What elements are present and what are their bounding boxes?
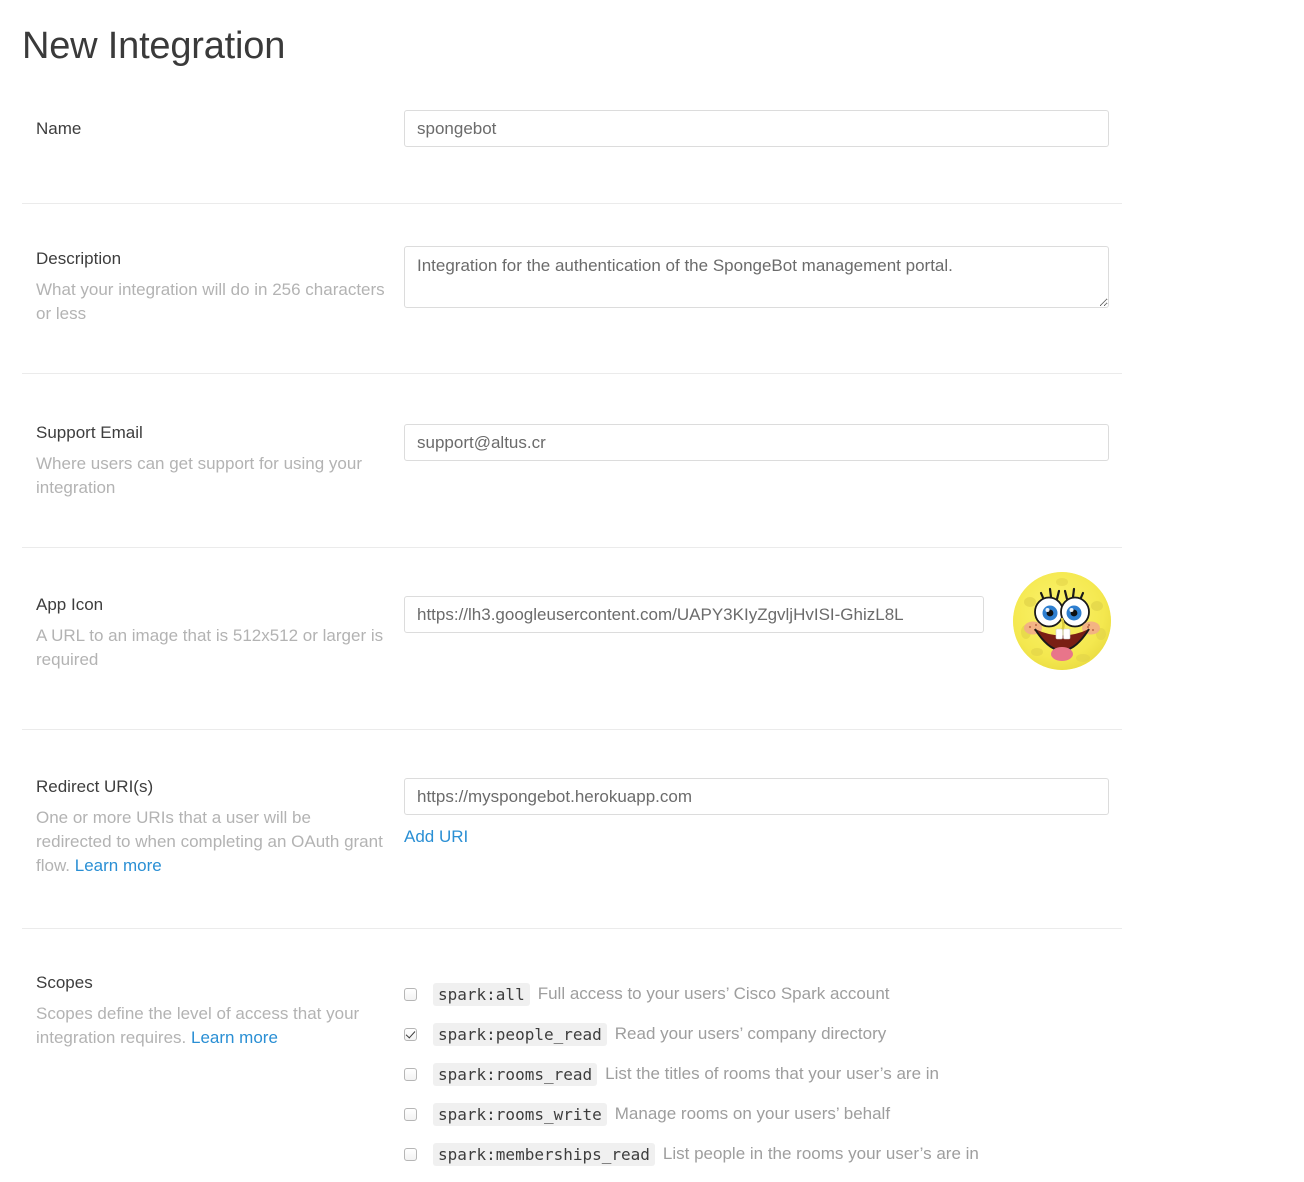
scopes-list: spark:all Full access to your users’ Cisc… <box>404 974 979 1174</box>
page-title: New Integration <box>22 25 286 67</box>
app-icon-help-text: A URL to an image that is 512x512 or lar… <box>36 626 384 669</box>
form-section-description: Description What your integration will d… <box>0 246 1304 346</box>
app-icon-label: App Icon <box>36 595 104 614</box>
redirect-uri-input[interactable] <box>404 778 1109 815</box>
form-section-scopes: Scopes Scopes define the level of access… <box>0 970 1304 1182</box>
name-label-column: Name <box>36 118 386 140</box>
scope-row[interactable]: spark:people_read Read your users’ compan… <box>404 1014 979 1054</box>
redirect-uris-label: Redirect URI(s) <box>36 777 154 796</box>
support-email-label-column: Support Email Where users can get suppor… <box>36 422 386 500</box>
form-section-name: Name <box>0 110 1304 186</box>
scope-row[interactable]: spark:rooms_read List the titles of rooms… <box>404 1054 979 1094</box>
description-textarea[interactable]: Integration for the authentication of th… <box>404 246 1109 308</box>
section-divider <box>22 203 1122 204</box>
app-icon-control-column <box>404 596 984 633</box>
support-email-label: Support Email <box>36 423 143 442</box>
form-section-app-icon: App Icon A URL to an image that is 512x5… <box>0 572 1304 702</box>
section-divider <box>22 373 1122 374</box>
app-icon-url-input[interactable] <box>404 596 984 633</box>
support-email-help-text: Where users can get support for using yo… <box>36 454 362 497</box>
spongebob-avatar-icon <box>1013 572 1111 670</box>
description-label-column: Description What your integration will d… <box>36 248 386 326</box>
section-divider <box>22 928 1122 929</box>
scopes-label-column: Scopes Scopes define the level of access… <box>36 972 386 1050</box>
support-email-control-column <box>404 424 1109 461</box>
scope-description: List people in the rooms your user’s are… <box>662 1144 979 1163</box>
scope-checkbox-spark-rooms-write[interactable] <box>404 1107 417 1121</box>
new-integration-form-page: New Integration Name Description What yo… <box>0 0 1304 1182</box>
scope-name: spark:rooms_read <box>433 1062 598 1086</box>
add-uri-link[interactable]: Add URI <box>404 827 468 847</box>
section-divider <box>22 547 1122 548</box>
scope-row[interactable]: spark:rooms_write Manage rooms on your us… <box>404 1094 979 1134</box>
support-email-input[interactable] <box>404 424 1109 461</box>
name-input[interactable] <box>404 110 1109 147</box>
scopes-help-text: Scopes define the level of access that y… <box>36 1002 386 1050</box>
scope-name: spark:rooms_write <box>433 1102 607 1126</box>
scope-checkbox-spark-people-read[interactable] <box>404 1027 417 1041</box>
description-control-column: Integration for the authentication of th… <box>404 246 1109 313</box>
description-label: Description <box>36 249 122 268</box>
redirect-uris-learn-more-link[interactable]: Learn more <box>75 856 162 875</box>
redirect-uris-label-column: Redirect URI(s) One or more URIs that a … <box>36 776 386 878</box>
scope-description: Manage rooms on your users’ behalf <box>614 1104 891 1123</box>
spongebob-avatar <box>1013 572 1111 670</box>
scope-description: Read your users’ company directory <box>614 1024 887 1043</box>
form-section-support-email: Support Email Where users can get suppor… <box>0 420 1304 520</box>
scope-name: spark:memberships_read <box>433 1142 655 1166</box>
scopes-learn-more-link[interactable]: Learn more <box>191 1028 278 1047</box>
scope-checkbox-spark-all[interactable] <box>404 987 417 1001</box>
redirect-uris-control-column: Add URI <box>404 778 1109 847</box>
app-icon-label-column: App Icon A URL to an image that is 512x5… <box>36 594 386 672</box>
scope-name: spark:all <box>433 982 530 1006</box>
scope-row[interactable]: spark:all Full access to your users’ Cisc… <box>404 974 979 1014</box>
scope-name: spark:people_read <box>433 1022 607 1046</box>
name-label: Name <box>36 119 82 138</box>
scope-description: List the titles of rooms that your user’… <box>605 1064 939 1083</box>
section-divider <box>22 729 1122 730</box>
scope-row[interactable]: spark:memberships_read List people in the… <box>404 1134 979 1174</box>
scopes-label: Scopes <box>36 973 93 992</box>
scope-checkbox-spark-rooms-read[interactable] <box>404 1067 417 1081</box>
form-section-redirect-uris: Redirect URI(s) One or more URIs that a … <box>0 774 1304 894</box>
redirect-uris-help-text: One or more URIs that a user will be red… <box>36 806 386 878</box>
name-control-column <box>404 110 1109 147</box>
description-help-text: What your integration will do in 256 cha… <box>36 280 385 323</box>
scope-description: Full access to your users’ Cisco Spark a… <box>537 984 890 1003</box>
scope-checkbox-spark-memberships-read[interactable] <box>404 1147 417 1161</box>
